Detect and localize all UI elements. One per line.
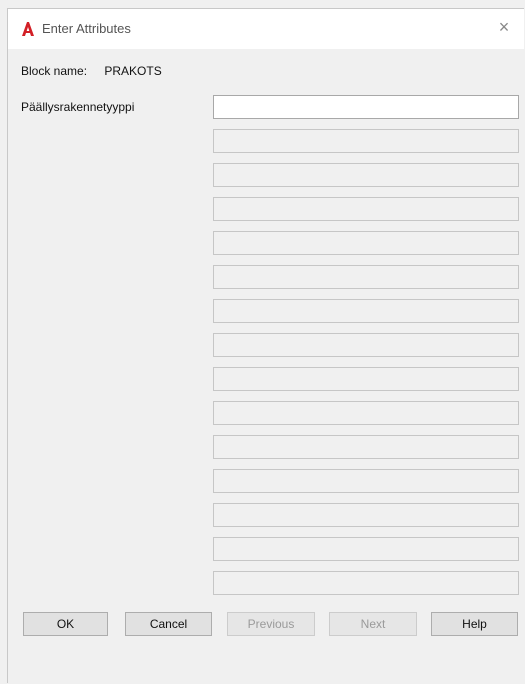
empty-attribute-field bbox=[213, 299, 519, 323]
dialog-title: Enter Attributes bbox=[42, 21, 131, 36]
empty-attribute-field bbox=[213, 469, 519, 493]
autocad-app-icon bbox=[20, 21, 36, 37]
empty-attribute-field bbox=[213, 401, 519, 425]
previous-button: Previous bbox=[227, 612, 315, 636]
attribute-label: Päällysrakennetyyppi bbox=[21, 100, 135, 114]
empty-attribute-field bbox=[213, 231, 519, 255]
block-name-label: Block name: bbox=[21, 64, 88, 78]
empty-attribute-field bbox=[213, 367, 519, 391]
cancel-button[interactable]: Cancel bbox=[125, 612, 212, 636]
attribute-input[interactable] bbox=[213, 95, 519, 119]
empty-attribute-field bbox=[213, 163, 519, 187]
empty-attribute-field bbox=[213, 333, 519, 357]
next-button: Next bbox=[329, 612, 417, 636]
empty-attribute-field bbox=[213, 537, 519, 561]
empty-attribute-field bbox=[213, 571, 519, 595]
empty-attribute-field bbox=[213, 265, 519, 289]
empty-attribute-field bbox=[213, 129, 519, 153]
help-button[interactable]: Help bbox=[431, 612, 518, 636]
empty-attribute-field bbox=[213, 503, 519, 527]
empty-attribute-field bbox=[213, 435, 519, 459]
ok-button[interactable]: OK bbox=[23, 612, 108, 636]
empty-attribute-field bbox=[213, 197, 519, 221]
block-name-value: PRAKOTS bbox=[104, 64, 162, 78]
title-bar: Enter Attributes × bbox=[8, 9, 524, 49]
enter-attributes-dialog: Enter Attributes × Block name: PRAKOTS P… bbox=[7, 8, 524, 683]
block-name-row: Block name: PRAKOTS bbox=[21, 64, 162, 78]
close-icon[interactable]: × bbox=[494, 17, 514, 37]
